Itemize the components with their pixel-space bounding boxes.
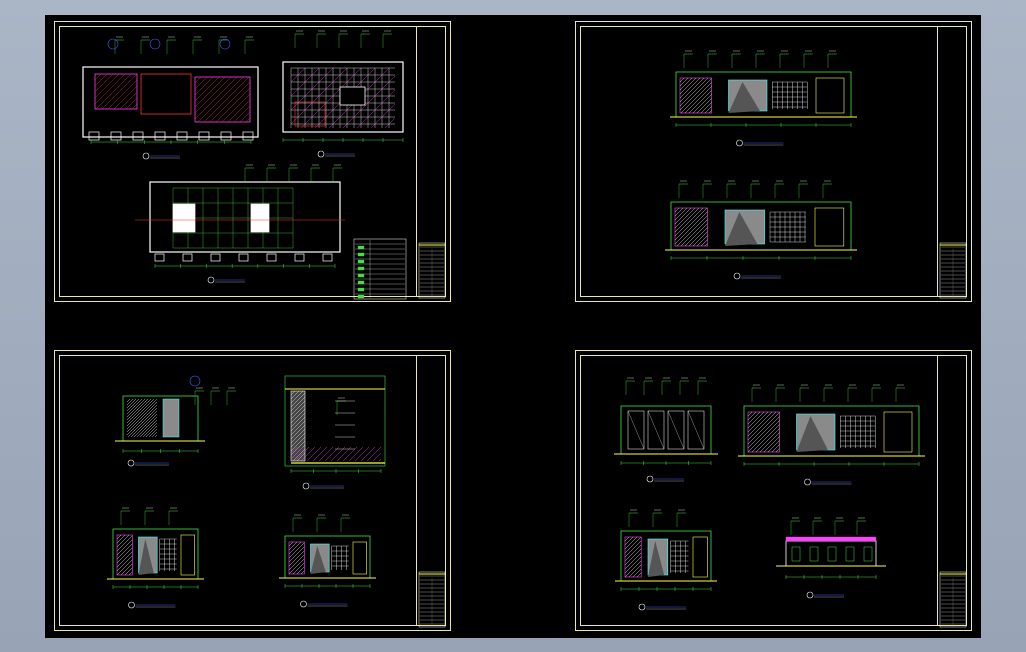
drawing-sheet-elevations[interactable] — [575, 21, 972, 302]
floor-plan-drawings — [82, 30, 446, 300]
drawing-sheet-floor-plans[interactable] — [54, 21, 451, 302]
elevation-drawings — [665, 50, 967, 299]
drawing-canvas[interactable] — [45, 15, 981, 638]
drawing-sheet-details[interactable] — [54, 350, 451, 631]
section-drawings — [614, 377, 967, 628]
drawing-sheet-elevations-section[interactable] — [575, 350, 972, 631]
detail-drawings — [107, 375, 446, 628]
